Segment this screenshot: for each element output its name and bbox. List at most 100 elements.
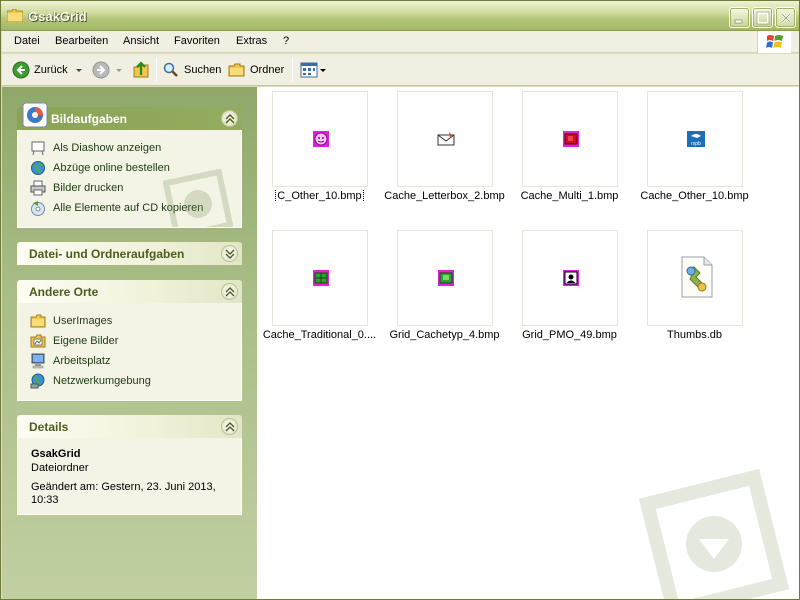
folder-icon	[7, 9, 23, 22]
cachetyp-icon	[438, 270, 454, 286]
folder-icon	[30, 314, 46, 328]
file-item[interactable]: Cache_Letterbox_2.bmp	[382, 89, 507, 219]
file-name: Grid_PMO_49.bmp	[522, 329, 617, 341]
folders-icon	[228, 63, 245, 77]
file-item[interactable]: Grid_Cachetyp_4.bmp	[382, 228, 507, 358]
file-folder-tasks-panel: Datei- und Ordneraufgaben	[17, 242, 242, 265]
picture-tasks-panel: Bildaufgaben Als Diashow anzeigen Abzüge…	[17, 102, 242, 228]
search-button[interactable]: Suchen	[162, 59, 221, 81]
file-name: Cache_Multi_1.bmp	[520, 190, 619, 202]
chevron-down-icon	[116, 69, 122, 72]
file-name: Cache_Traditional_0....	[262, 329, 377, 341]
explorer-window: GsakGrid Datei Bearbeiten Ansicht Favori…	[0, 0, 800, 600]
place-userimages[interactable]: UserImages	[18, 311, 241, 331]
picture-watermark-icon	[163, 169, 233, 227]
place-my-pictures[interactable]: Eigene Bilder	[18, 331, 241, 351]
collapse-button[interactable]	[221, 283, 238, 300]
file-view[interactable]: C_Other_10.bmp Cache_Letterbox_2.bmp Cac…	[257, 87, 799, 599]
file-name: Cache_Letterbox_2.bmp	[384, 190, 505, 202]
back-label: Zurück	[34, 64, 68, 76]
details-folder-name: GsakGrid	[31, 448, 81, 460]
place-network[interactable]: Netzwerkumgebung	[18, 371, 241, 391]
menu-datei[interactable]: Datei	[14, 35, 40, 47]
file-item[interactable]: Thumbs.db	[632, 228, 757, 358]
maximize-button[interactable]	[752, 7, 773, 28]
details-folder-type: Dateiordner	[31, 462, 89, 474]
back-button[interactable]: Zurück	[12, 59, 68, 81]
thumbnail	[397, 91, 493, 187]
maximize-icon	[756, 11, 770, 25]
menu-favoriten[interactable]: Favoriten	[174, 35, 220, 47]
windows-logo	[757, 31, 791, 53]
menu-bar: Datei Bearbeiten Ansicht Favoriten Extra…	[2, 31, 799, 53]
chevron-down-icon	[76, 69, 82, 72]
back-dropdown[interactable]	[75, 59, 83, 81]
toolbar-separator	[156, 58, 157, 82]
network-icon	[30, 373, 45, 389]
folder-watermark-icon	[639, 469, 789, 599]
file-item[interactable]: rspb Cache_Other_10.bmp	[632, 89, 757, 219]
task-label: Bilder drucken	[53, 182, 124, 194]
task-slideshow[interactable]: Als Diashow anzeigen	[18, 138, 241, 158]
details-body: GsakGrid Dateiordner Geändert am: Gester…	[17, 438, 242, 515]
thumbnail	[522, 91, 618, 187]
file-item[interactable]: C_Other_10.bmp	[257, 89, 382, 219]
folders-button[interactable]: Ordner	[228, 59, 284, 81]
thumbnail	[522, 230, 618, 326]
other-places-title: Andere Orte	[29, 285, 99, 299]
file-folder-tasks-title: Datei- und Ordneraufgaben	[29, 247, 185, 261]
expand-button[interactable]	[221, 245, 238, 262]
window-title: GsakGrid	[28, 9, 87, 24]
forward-dropdown[interactable]	[115, 59, 123, 81]
menu-bearbeiten[interactable]: Bearbeiten	[55, 35, 108, 47]
file-name: Cache_Other_10.bmp	[640, 190, 749, 202]
thumbnail	[647, 230, 743, 326]
standard-toolbar: Zurück Suchen Ordner	[2, 54, 799, 86]
forward-arrow-icon	[92, 61, 110, 79]
picture-tasks-body: Als Diashow anzeigen Abzüge online beste…	[17, 130, 242, 228]
slideshow-icon	[31, 141, 45, 156]
details-modified: Geändert am: Gestern, 23. Juni 2013, 10:…	[31, 481, 216, 506]
task-label: Abzüge online bestellen	[53, 162, 170, 174]
place-my-computer[interactable]: Arbeitsplatz	[18, 351, 241, 371]
rspb-icon: rspb	[687, 131, 705, 147]
menu-ansicht[interactable]: Ansicht	[123, 35, 159, 47]
views-icon	[300, 62, 318, 78]
menu-help[interactable]: ?	[283, 35, 289, 47]
title-bar[interactable]: GsakGrid	[1, 1, 799, 31]
forward-button[interactable]	[92, 59, 110, 81]
place-label: Netzwerkumgebung	[53, 375, 151, 387]
globe-icon	[31, 161, 45, 175]
picture-tasks-header[interactable]: Bildaufgaben	[17, 102, 242, 130]
pmo-icon	[563, 270, 579, 286]
collapse-button[interactable]	[221, 110, 238, 127]
details-header[interactable]: Details	[17, 415, 242, 438]
file-folder-tasks-header[interactable]: Datei- und Ordneraufgaben	[17, 242, 242, 265]
close-icon	[781, 13, 791, 23]
task-pane: Bildaufgaben Als Diashow anzeigen Abzüge…	[2, 87, 257, 599]
search-label: Suchen	[184, 64, 222, 76]
minimize-button[interactable]	[729, 7, 750, 28]
up-folder-button[interactable]	[132, 59, 150, 81]
menu-extras[interactable]: Extras	[236, 35, 267, 47]
letterbox-icon	[437, 132, 455, 146]
close-button[interactable]	[775, 7, 796, 28]
collapse-button[interactable]	[221, 418, 238, 435]
file-item[interactable]: Cache_Multi_1.bmp	[507, 89, 632, 219]
my-computer-icon	[31, 353, 45, 369]
chevron-down-double-icon	[225, 249, 235, 259]
chevron-up-double-icon	[225, 422, 235, 432]
traditional-cache-icon	[313, 270, 329, 286]
folders-label: Ordner	[250, 64, 285, 76]
toolbar-separator	[292, 58, 293, 82]
other-places-body: UserImages Eigene Bilder Arbeitsplatz Ne…	[17, 303, 242, 401]
my-pictures-icon	[30, 334, 46, 348]
thumbnail	[397, 230, 493, 326]
file-item[interactable]: Grid_PMO_49.bmp	[507, 228, 632, 358]
file-item[interactable]: Cache_Traditional_0....	[257, 228, 382, 358]
views-button[interactable]	[300, 59, 327, 81]
thumbnail	[272, 91, 368, 187]
other-places-header[interactable]: Andere Orte	[17, 280, 242, 303]
chevron-up-double-icon	[225, 287, 235, 297]
other-places-panel: Andere Orte UserImages Eigene Bilder Arb…	[17, 280, 242, 401]
